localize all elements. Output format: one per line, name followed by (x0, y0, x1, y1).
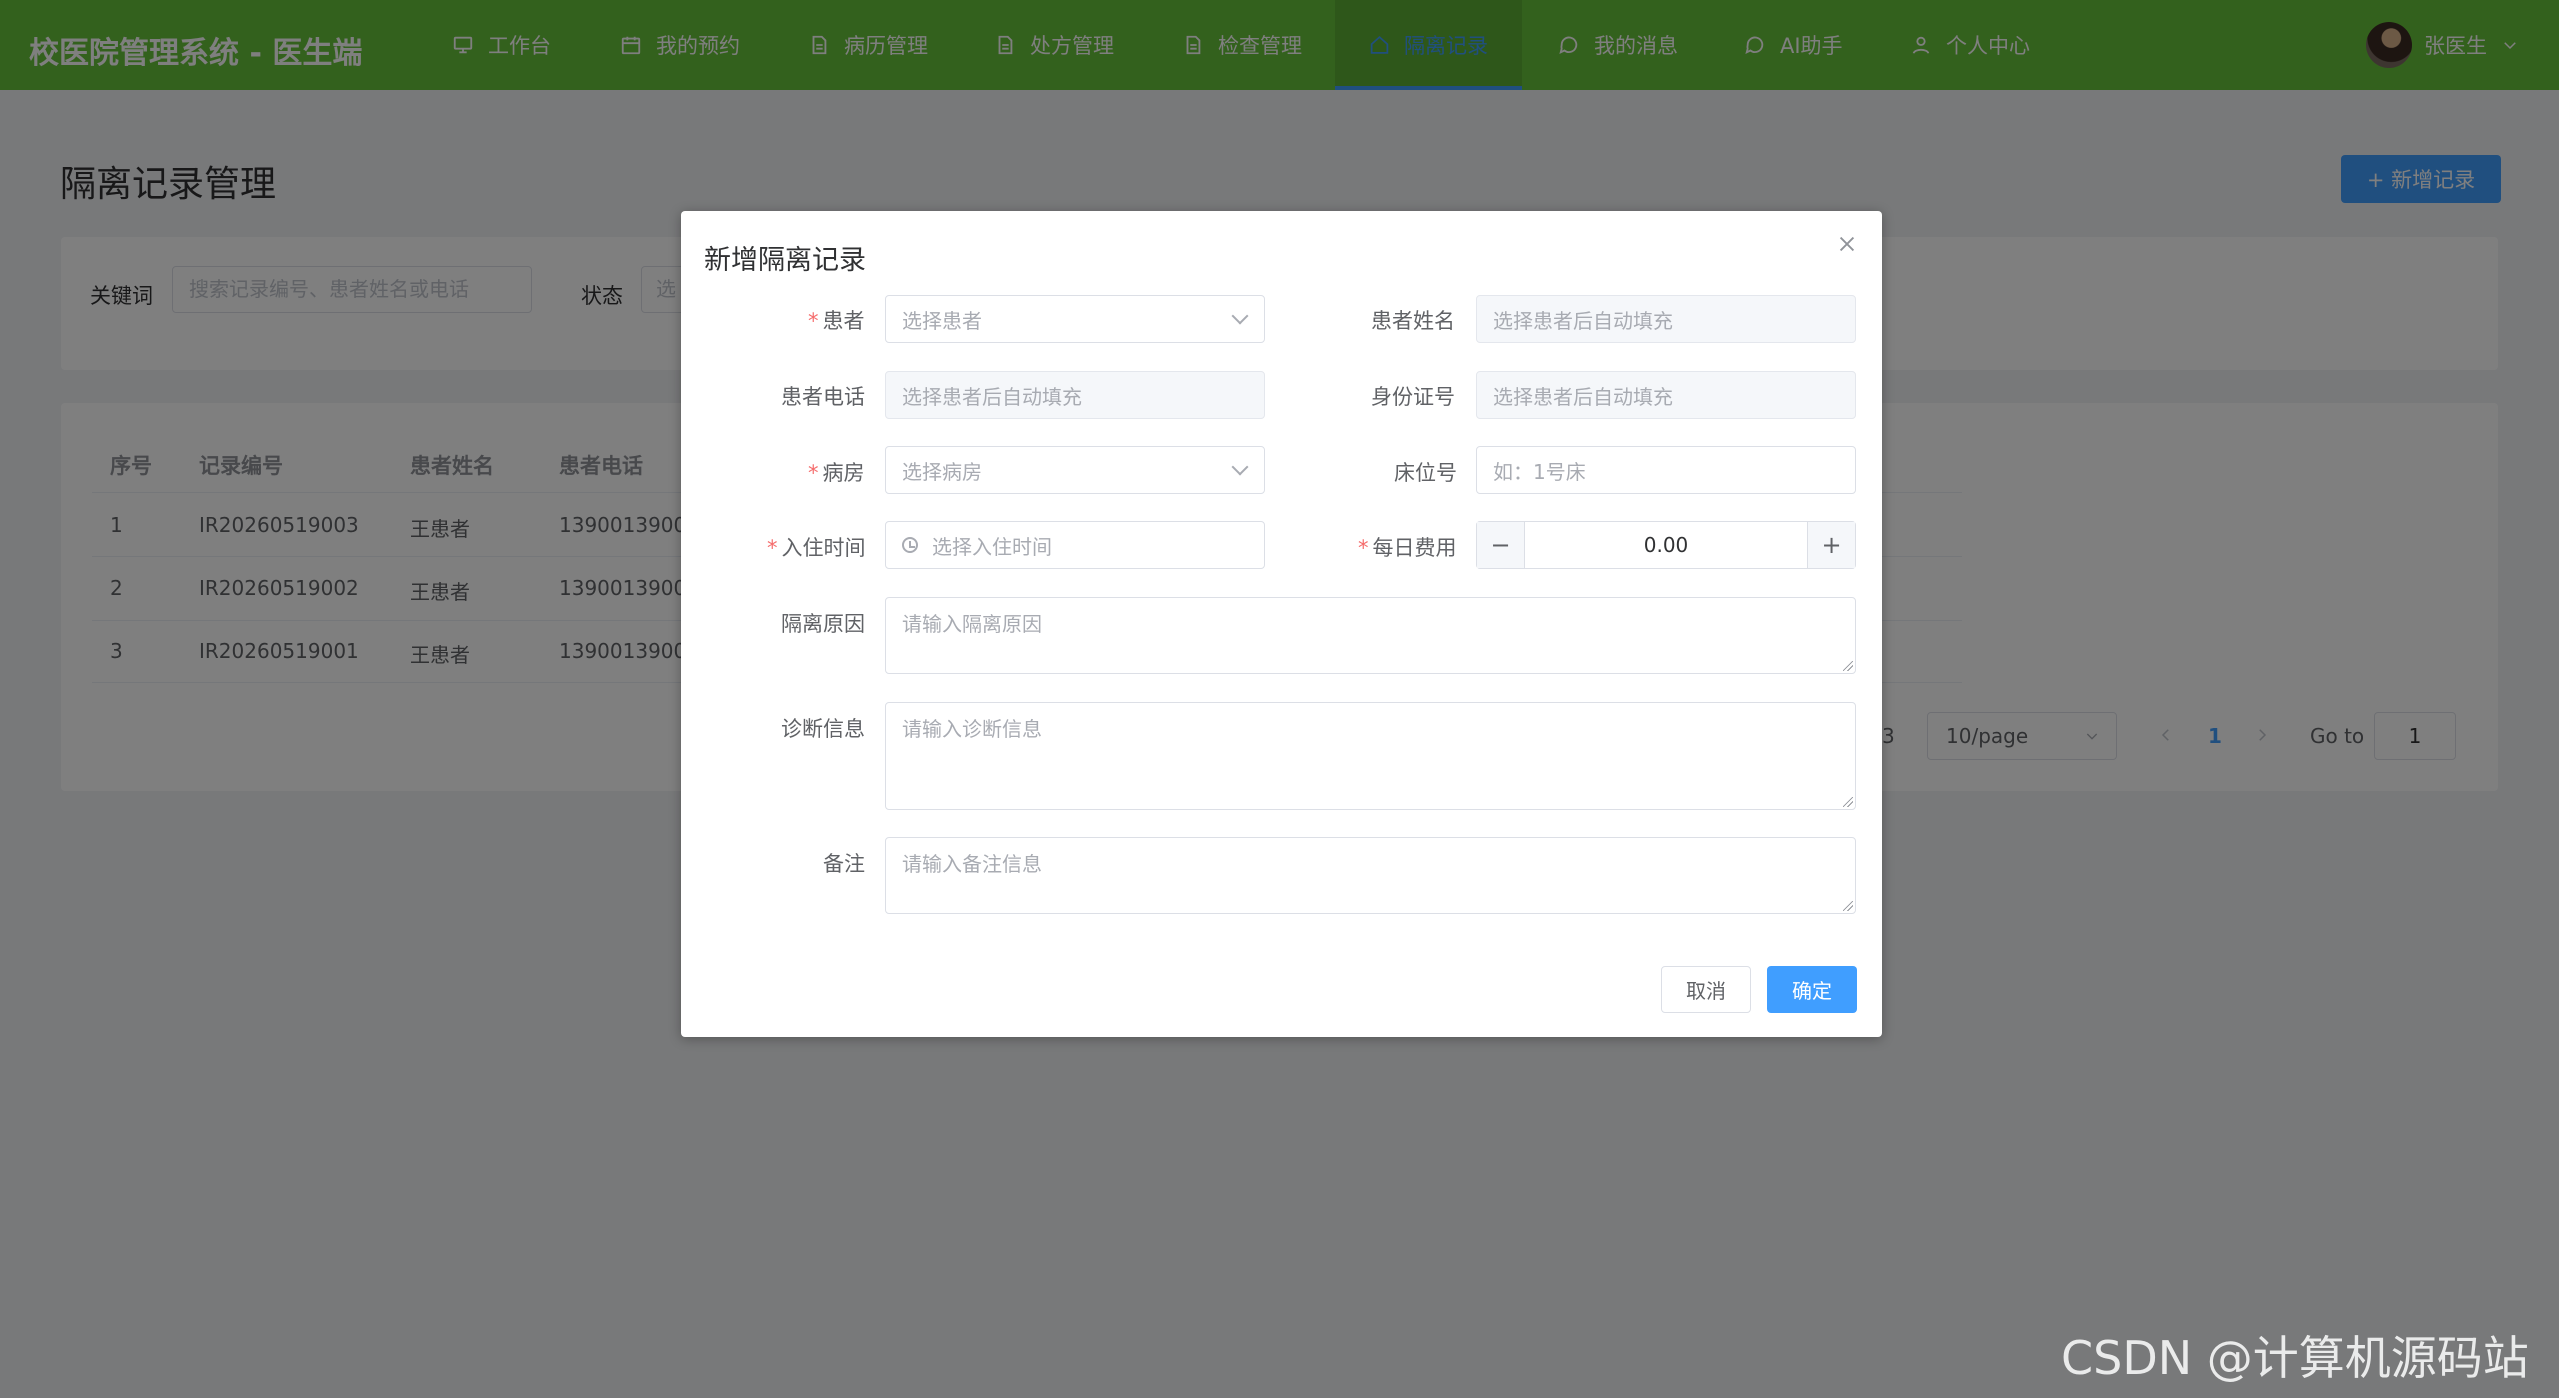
reason-textarea[interactable]: 请输入隔离原因 (885, 597, 1856, 674)
daily-fee-value[interactable]: 0.00 (1525, 522, 1807, 568)
increase-button[interactable]: + (1807, 522, 1855, 568)
chevron-down-icon (1231, 458, 1249, 476)
ward-select[interactable]: 选择病房 (885, 446, 1265, 494)
checkin-time-label: * 入住时间 (767, 536, 866, 560)
close-icon[interactable] (1836, 233, 1858, 255)
dialog-title: 新增隔离记录 (704, 245, 866, 276)
patient-name-field: 选择患者后自动填充 (1476, 295, 1856, 343)
bed-input[interactable]: 如：1号床 (1476, 446, 1856, 494)
cancel-button[interactable]: 取消 (1661, 966, 1751, 1013)
patient-phone-label: 患者电话 (781, 385, 865, 409)
bed-label: 床位号 (1394, 461, 1457, 485)
add-isolation-record-dialog: 新增隔离记录 * 患者 选择患者 患者姓名 选择患者后自动填充 患者电话 选择患者… (681, 211, 1882, 1037)
ward-label: * 病房 (808, 461, 865, 485)
patient-phone-field: 选择患者后自动填充 (885, 371, 1265, 419)
confirm-button[interactable]: 确定 (1767, 966, 1857, 1013)
patient-name-label: 患者姓名 (1371, 309, 1455, 333)
daily-fee-label: * 每日费用 (1358, 536, 1457, 560)
daily-fee-stepper: − 0.00 + (1476, 521, 1856, 569)
id-number-field: 选择患者后自动填充 (1476, 371, 1856, 419)
chevron-down-icon (1231, 307, 1249, 325)
checkin-time-picker[interactable]: 选择入住时间 (885, 521, 1265, 569)
patient-select[interactable]: 选择患者 (885, 295, 1265, 343)
reason-label: 隔离原因 (781, 612, 865, 636)
resize-handle[interactable] (1843, 901, 1853, 911)
remark-label: 备注 (823, 852, 865, 876)
resize-handle[interactable] (1843, 661, 1853, 671)
diagnosis-label: 诊断信息 (781, 717, 865, 741)
watermark: CSDN @计算机源码站 (2061, 1331, 2529, 1385)
decrease-button[interactable]: − (1477, 522, 1525, 568)
diagnosis-textarea[interactable]: 请输入诊断信息 (885, 702, 1856, 810)
clock-icon (902, 537, 918, 553)
patient-label: * 患者 (808, 309, 865, 333)
remark-textarea[interactable]: 请输入备注信息 (885, 837, 1856, 914)
id-number-label: 身份证号 (1371, 385, 1455, 409)
resize-handle[interactable] (1843, 797, 1853, 807)
